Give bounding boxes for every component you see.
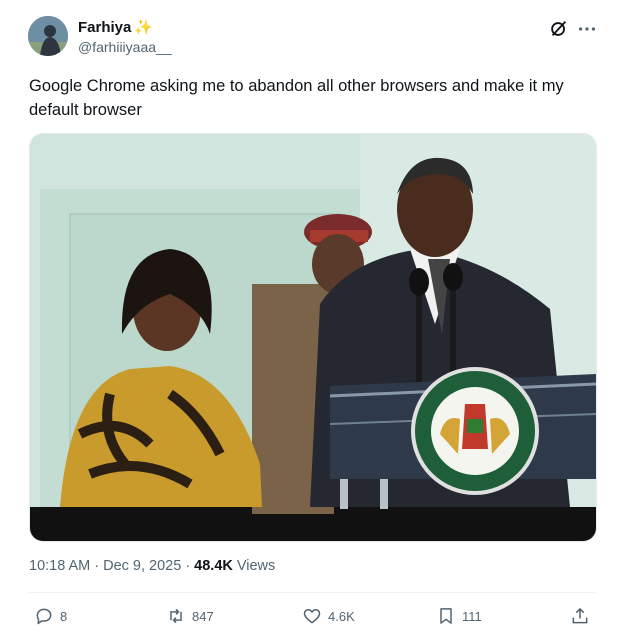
share-icon: [572, 607, 588, 624]
author-handle[interactable]: @farhiiiyaaa__: [78, 39, 172, 55]
repost-count: 847: [192, 608, 214, 624]
like-count: 4.6K: [328, 608, 355, 624]
divider: [29, 592, 595, 593]
tweet-date[interactable]: Dec 9, 2025: [103, 558, 181, 574]
views-label: Views: [236, 558, 276, 574]
grok-icon: [551, 21, 567, 37]
repost-button[interactable]: 847: [166, 606, 214, 626]
author-name-row[interactable]: Farhiya ✨: [78, 18, 154, 37]
meta-separator: ·: [94, 558, 100, 574]
tweet-meta: 10:18 AM · Dec 9, 2025 · 48.4K Views: [29, 558, 275, 574]
bookmark-count: 111: [462, 608, 482, 624]
tweet-time[interactable]: 10:18 AM: [29, 558, 90, 574]
tweet-text: Google Chrome asking me to abandon all o…: [29, 77, 564, 119]
views-count: 48.4K: [194, 558, 233, 574]
bookmark-button[interactable]: 111: [436, 606, 482, 626]
action-bar: 8 847 4.6K 111: [0, 602, 618, 634]
more-button[interactable]: [576, 18, 600, 42]
reply-icon: [36, 608, 52, 625]
reply-count: 8: [60, 608, 68, 624]
bookmark-icon: [440, 608, 452, 624]
like-icon: [303, 609, 321, 624]
more-icon: [578, 27, 596, 31]
reply-button[interactable]: 8: [34, 606, 67, 626]
like-button[interactable]: 4.6K: [302, 606, 355, 626]
display-name[interactable]: Farhiya: [78, 19, 131, 36]
photo-illustration: [30, 134, 596, 541]
meta-separator-2: ·: [185, 558, 191, 574]
tweet-card[interactable]: Farhiya ✨ @farhiiiyaaa__ Google Chrome a…: [0, 0, 618, 644]
avatar-image: [28, 16, 68, 56]
avatar[interactable]: [28, 16, 68, 56]
grok-button[interactable]: [548, 18, 572, 42]
tweet-photo[interactable]: [29, 133, 597, 542]
sparkle-emoji: ✨: [134, 19, 154, 36]
repost-icon: [170, 608, 182, 624]
share-button[interactable]: [570, 606, 590, 626]
